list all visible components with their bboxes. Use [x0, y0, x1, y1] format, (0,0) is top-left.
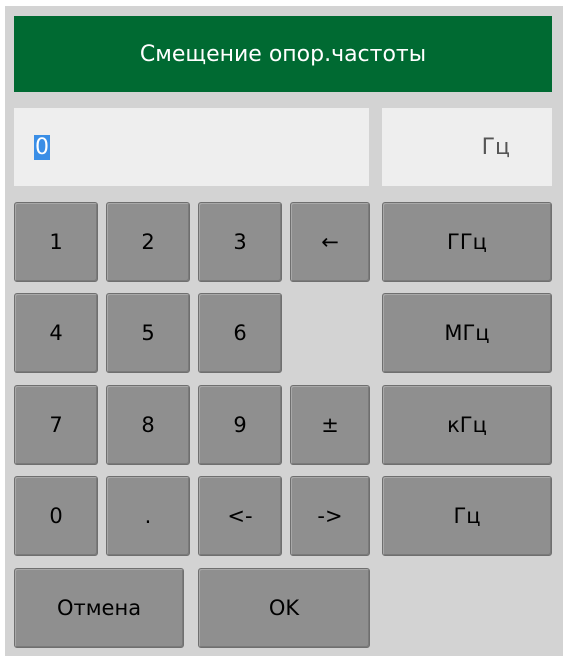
cursor-right-button[interactable]: ->: [290, 476, 370, 556]
cancel-button[interactable]: Отмена: [14, 568, 184, 648]
key-1-button[interactable]: 1: [14, 202, 98, 282]
key-0-button[interactable]: 0: [14, 476, 98, 556]
cursor-left-button[interactable]: <-: [198, 476, 282, 556]
dialog-title: Смещение опор.частоты: [14, 16, 552, 92]
key-6-button[interactable]: 6: [198, 293, 282, 373]
value-input-text: 0: [34, 134, 50, 160]
backspace-button[interactable]: ←: [290, 202, 370, 282]
key-5-button[interactable]: 5: [106, 293, 190, 373]
decimal-point-button[interactable]: .: [106, 476, 190, 556]
mhz-unit-button[interactable]: МГц: [382, 293, 552, 373]
key-8-button[interactable]: 8: [106, 385, 190, 465]
ghz-unit-button[interactable]: ГГц: [382, 202, 552, 282]
key-7-button[interactable]: 7: [14, 385, 98, 465]
key-2-button[interactable]: 2: [106, 202, 190, 282]
khz-unit-button[interactable]: кГц: [382, 385, 552, 465]
key-9-button[interactable]: 9: [198, 385, 282, 465]
key-3-button[interactable]: 3: [198, 202, 282, 282]
dialog-title-text: Смещение опор.частоты: [139, 41, 427, 67]
unit-display-label: Гц: [481, 134, 510, 160]
plus-minus-button[interactable]: ±: [290, 385, 370, 465]
hz-unit-button[interactable]: Гц: [382, 476, 552, 556]
ok-button[interactable]: OK: [198, 568, 370, 648]
value-input-field[interactable]: 0: [14, 108, 369, 186]
unit-display: Гц: [382, 108, 552, 186]
key-4-button[interactable]: 4: [14, 293, 98, 373]
